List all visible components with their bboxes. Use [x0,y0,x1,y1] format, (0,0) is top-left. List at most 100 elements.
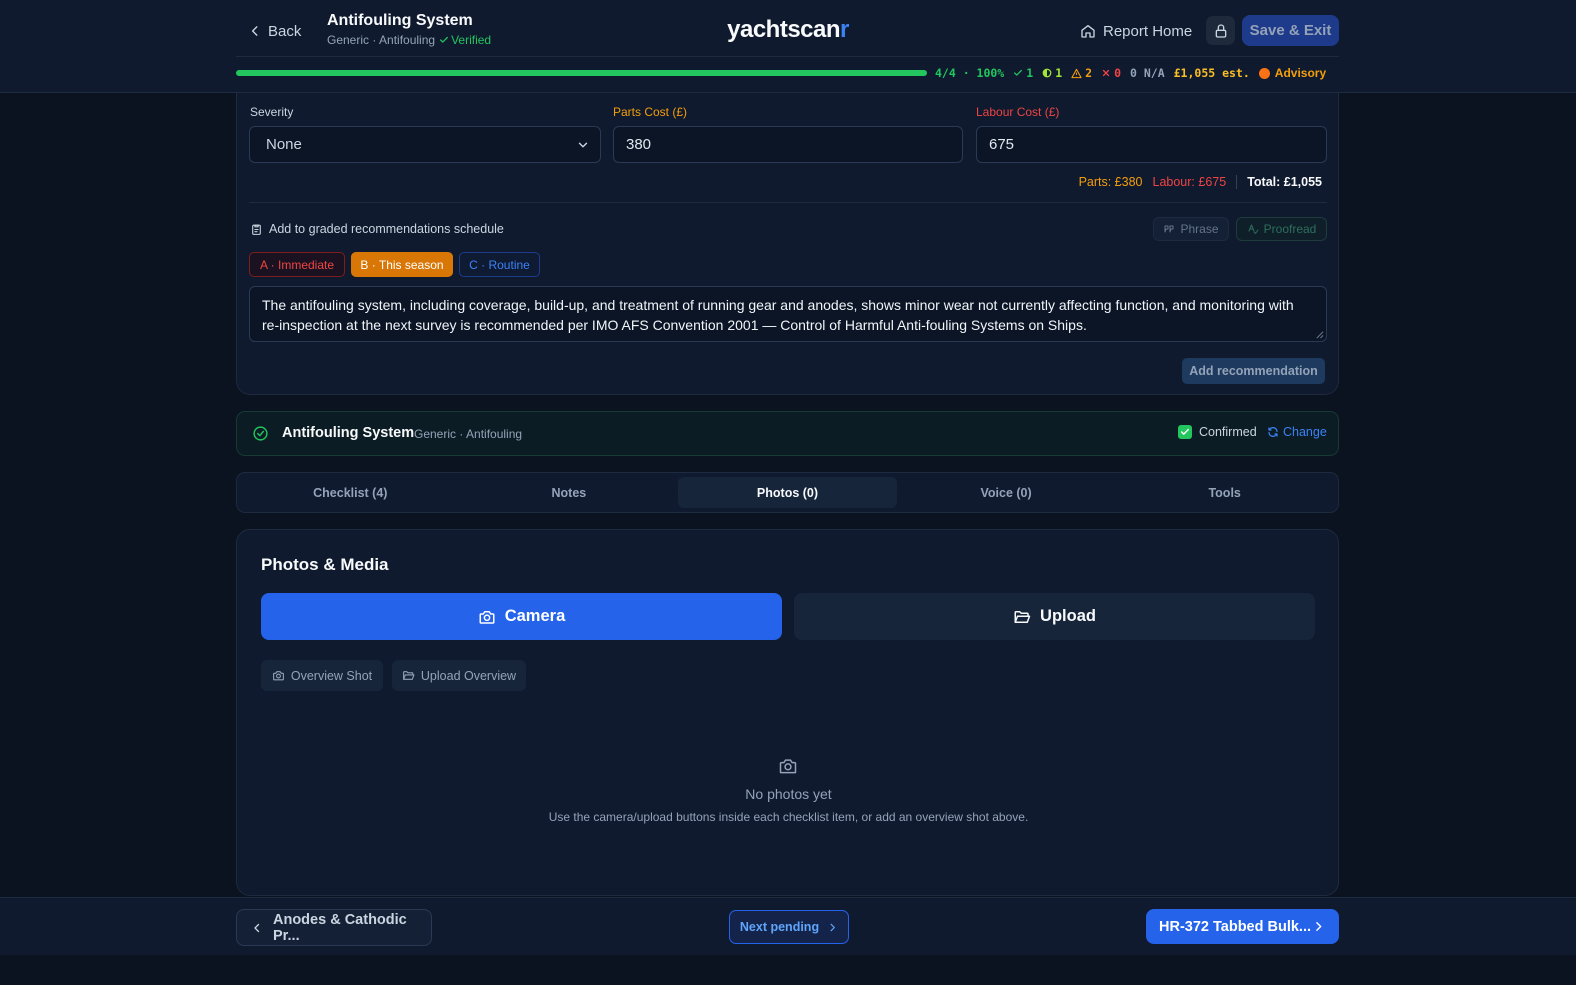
component-bar: Antifouling System Generic · Antifouling… [236,411,1339,456]
chevron-down-icon [576,138,590,152]
fail-count: 0 [1101,66,1121,80]
subtitle-text: Generic · Antifouling [327,33,436,47]
lock-icon [1213,23,1229,39]
progress-summary: 4/4 · 100% [935,66,1005,80]
previous-item-button[interactable]: Anodes & Cathodic Pr... [236,909,432,946]
labour-cost-label: Labour Cost (£) [976,105,1060,119]
top-header: Back Antifouling System Generic · Antifo… [0,0,1576,93]
logo-main: yachtscan [727,16,841,43]
parts-cost-input[interactable]: 380 [613,126,963,163]
proofread-label: Proofread [1263,222,1317,236]
back-button[interactable]: Back [248,18,301,44]
summary-separator [1236,175,1238,189]
progress-bar [236,70,927,76]
grade-routine-button[interactable]: C · Routine [459,252,540,277]
folder-open-icon [1013,608,1031,626]
empty-state-subtitle: Use the camera/upload buttons inside eac… [548,810,1029,824]
minor-count-value: 1 [1055,66,1063,80]
status-label: Advisory [1274,66,1327,80]
ok-count: 1 [1013,66,1033,80]
verified-badge: Verified [439,31,491,49]
home-icon [1080,23,1096,39]
photos-title: Photos & Media [261,555,389,574]
logo-accent: r [840,16,849,43]
overview-shot-label: Overview Shot [290,668,373,683]
tab-photos[interactable]: Photos (0) [678,477,897,508]
next-item-label: HR-372 Tabbed Bulk... [1159,918,1312,935]
quote-icon [1163,223,1175,235]
report-home-button[interactable]: Report Home [1080,18,1192,44]
save-exit-button[interactable]: Save & Exit [1242,15,1339,46]
chevron-left-icon [248,24,262,38]
page-title: Antifouling System [327,12,473,29]
tab-checklist[interactable]: Checklist (4) [241,477,460,508]
summary-total: Total: £1,055 [1247,175,1322,189]
grade-immediate-button[interactable]: A · Immediate [249,252,345,277]
folder-open-icon [402,669,415,682]
camera-icon [478,608,496,626]
tab-bar: Checklist (4) Notes Photos (0) Voice (0)… [236,472,1339,513]
upload-label: Upload [1040,607,1096,625]
app-logo: yachtscanr [0,16,1576,44]
severity-value: None [266,136,302,153]
lock-button[interactable] [1206,16,1235,45]
confirmed-label: Confirmed [1199,425,1257,439]
half-circle-icon [1042,68,1052,78]
upload-overview-button[interactable]: Upload Overview [392,660,526,691]
chevron-left-icon [251,922,263,934]
checkbox-checked-icon [1178,425,1192,439]
warn-count-value: 2 [1085,66,1093,80]
cost-summary: Parts: £380 Labour: £675 Total: £1,055 [1079,175,1322,189]
cost-recommendation-card: Severity Parts Cost (£) Labour Cost (£) … [236,93,1339,395]
summary-labour: Labour: £675 [1152,175,1227,189]
add-recommendation-button[interactable]: Add recommendation [1182,358,1325,384]
camera-icon [778,756,798,776]
chevron-right-icon [1312,920,1325,933]
page-title-block: Antifouling System Generic · Antifouling… [327,11,491,49]
upload-button[interactable]: Upload [794,593,1315,640]
change-button[interactable]: Change [1267,425,1327,439]
fail-count-value: 0 [1114,66,1121,80]
status-dot-icon [1258,67,1270,79]
severity-select[interactable]: None [249,126,601,163]
recommendation-textarea[interactable]: The antifouling system, including covera… [249,286,1327,342]
tab-tools[interactable]: Tools [1115,477,1334,508]
warning-icon [1071,68,1082,78]
report-home-label: Report Home [1103,22,1193,40]
warn-count: 2 [1071,66,1092,80]
summary-parts: Parts: £380 [1078,175,1143,189]
photos-card: Photos & Media Camera Upload Overview Sh… [236,529,1339,896]
check-icon [439,35,449,45]
severity-label: Severity [250,105,294,119]
upload-overview-label: Upload Overview [420,668,517,683]
camera-button[interactable]: Camera [261,593,782,640]
status-badge: Advisory [1258,66,1327,80]
empty-state-title: No photos yet [745,786,832,802]
minor-count: 1 [1042,66,1062,80]
graded-schedule-label: Add to graded recommendations schedule [250,222,504,236]
grade-this-season-button[interactable]: B · This season [351,252,453,277]
overview-shot-button[interactable]: Overview Shot [261,660,383,691]
tab-voice[interactable]: Voice (0) [897,477,1116,508]
next-pending-label: Next pending [739,920,820,934]
component-sub: Generic · Antifouling [414,427,523,441]
phrase-button[interactable]: Phrase [1153,217,1229,241]
bottom-nav: Anodes & Cathodic Pr... Next pending HR-… [0,897,1576,955]
next-pending-button[interactable]: Next pending [729,910,849,944]
phrase-label: Phrase [1180,222,1219,236]
camera-icon [272,669,285,682]
page-subtitle: Generic · Antifouling Verified [327,31,491,49]
next-item-button[interactable]: HR-372 Tabbed Bulk... [1146,909,1339,944]
na-count: 0 N/A [1130,66,1165,80]
clipboard-icon [250,223,263,236]
spellcheck-icon [1247,223,1259,235]
resize-handle-icon[interactable] [1315,330,1324,339]
proofread-button[interactable]: Proofread [1236,217,1327,241]
parts-cost-label: Parts Cost (£) [613,105,688,119]
camera-label: Camera [504,607,566,625]
recommendation-text: The antifouling system, including covera… [262,297,1294,333]
labour-cost-input[interactable]: 675 [976,126,1327,163]
confirmed-checkbox[interactable]: Confirmed [1178,425,1257,439]
tab-notes[interactable]: Notes [460,477,679,508]
graded-label-text: Add to graded recommendations schedule [269,222,504,236]
